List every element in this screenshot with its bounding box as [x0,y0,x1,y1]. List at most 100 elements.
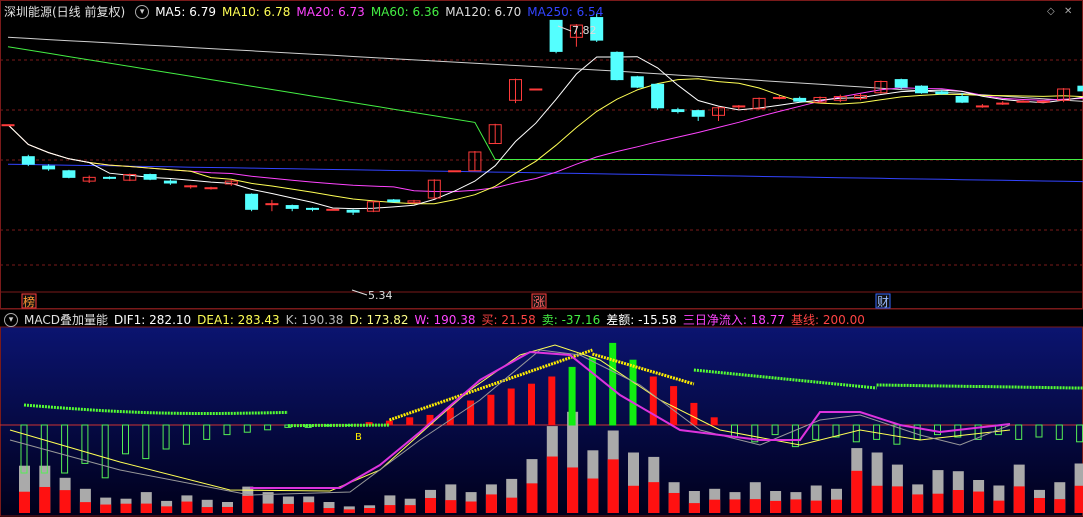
macd-histogram-bar [710,417,718,426]
low-price-label: 5.34 [368,289,393,302]
volume-bar-red [749,499,761,513]
volume-bar-red [222,506,233,513]
volume-bar-red [709,499,721,513]
volume-bar-red [1013,486,1025,513]
volume-bar-red [445,500,457,513]
candle-body [610,51,624,81]
volume-bar-red [19,491,30,513]
stock-title: 深圳能源(日线 前复权) [4,5,126,19]
volume-bar-red [262,503,274,513]
volume-bar-red [810,500,822,513]
volume-bar-red [648,482,660,513]
ma250-line [7,163,1083,183]
macd-histogram-bar [568,366,576,426]
candle-body [1036,100,1050,103]
volume-bar-red [790,499,802,513]
volume-bar-red [384,505,396,513]
indicator-label-7: 差额: -15.58 [606,313,677,327]
candle-body [894,79,908,88]
candle-body [996,102,1010,105]
volume-bar-red [59,490,71,513]
candle-body [143,174,157,180]
indicator-header: ▾ MACD叠加量能 DIF1: 282.10 DEA1: 283.43 K: 19… [0,311,877,329]
indicator-label-1: DEA1: 283.43 [197,313,280,327]
candle-body [975,105,989,108]
macd-histogram-bar [649,376,657,426]
volume-bar-red [181,501,193,513]
candle-body [163,180,177,184]
ma60-line [7,46,1083,160]
macd-histogram-bar [690,402,698,426]
candle-body [387,199,401,203]
volume-bar-red [973,491,985,513]
indicator-label-0: DIF1: 282.10 [113,313,192,327]
volume-bar-red [526,483,538,513]
event-tag-0: 榜 [23,294,35,309]
candle-body [306,207,319,210]
macd-histogram-bar [487,394,495,426]
ma-legend: MA5: 6.79 MA10: 6.78 MA20: 6.73 MA60: 6.36 M… [155,3,609,21]
volume-bar-red [688,503,700,513]
candle-body [630,76,644,88]
ma20-line [7,87,1083,193]
volume-bar-red [485,494,497,513]
volume-bar-red [851,470,863,513]
event-tag-2: 财 [877,295,889,309]
candle-body [184,185,198,188]
macd-histogram-bar [629,359,637,426]
indicator-label-6: 卖: -37.16 [541,313,601,327]
volume-bar-red [1034,497,1045,513]
candle-body [265,203,279,206]
ma-label-1: MA10: 6.78 [221,5,291,19]
volume-bar-red [912,494,924,513]
volume-bar-red [831,499,842,513]
volume-bar-red [546,456,558,513]
volume-bar-red [932,493,944,513]
candle-body [651,83,665,109]
volume-bar-red [871,485,883,513]
chevron-down-icon[interactable]: ▾ [4,313,18,327]
candle-body [204,187,218,190]
candle-body [772,96,786,99]
candle-body [1077,85,1083,92]
candle-body [103,176,116,179]
ma-header: 深圳能源(日线 前复权) ▾ MA5: 6.79 MA10: 6.78 MA20: … [0,3,615,21]
candle-body [326,208,340,211]
candle-body [955,96,969,103]
close-icon[interactable]: ✕ [1064,6,1072,17]
candle-body [549,19,563,52]
volume-bar-red [404,505,416,513]
chart-canvas: 7.82 5.34 榜 涨 财 B [0,0,1083,517]
volume-bar-red [79,502,91,513]
ma-label-2: MA20: 6.73 [296,5,365,19]
ma-label-3: MA60: 6.36 [370,5,440,19]
indicator-label-4: W: 190.38 [414,313,476,327]
chevron-down-icon[interactable]: ▾ [135,5,150,19]
volume-bar-red [567,467,579,513]
volume-bar-red [39,486,51,513]
volume-bar-red [506,497,518,513]
volume-bar-red [323,508,335,513]
volume-bar-red [607,459,619,513]
candle-body [935,91,949,95]
candle-body [793,97,807,102]
b-marker: B [355,432,362,443]
volume-bar-red [891,486,903,513]
candle-body [245,193,259,210]
volume-bar-red [1054,499,1066,513]
macd-histogram-bar [446,407,454,426]
high-price-label: 7.82 [572,24,597,37]
volume-bar-red [140,503,152,513]
diamond-icon[interactable]: ◇ [1047,6,1055,17]
macd-histogram-bar [528,383,535,426]
candle-body [285,205,299,209]
volume-bar-red [628,485,639,513]
candle-body [1,124,15,127]
indicator-label-5: 买: 21.58 [481,313,536,327]
volume-bar-red [343,509,355,513]
candle-body [691,110,705,117]
ma-label-5: MA250: 6.54 [527,5,604,19]
indicator-legend: DIF1: 282.10 DEA1: 283.43 K: 190.38 D: 173.… [114,311,871,329]
candle-body [915,85,928,94]
volume-bar-red [364,507,376,513]
